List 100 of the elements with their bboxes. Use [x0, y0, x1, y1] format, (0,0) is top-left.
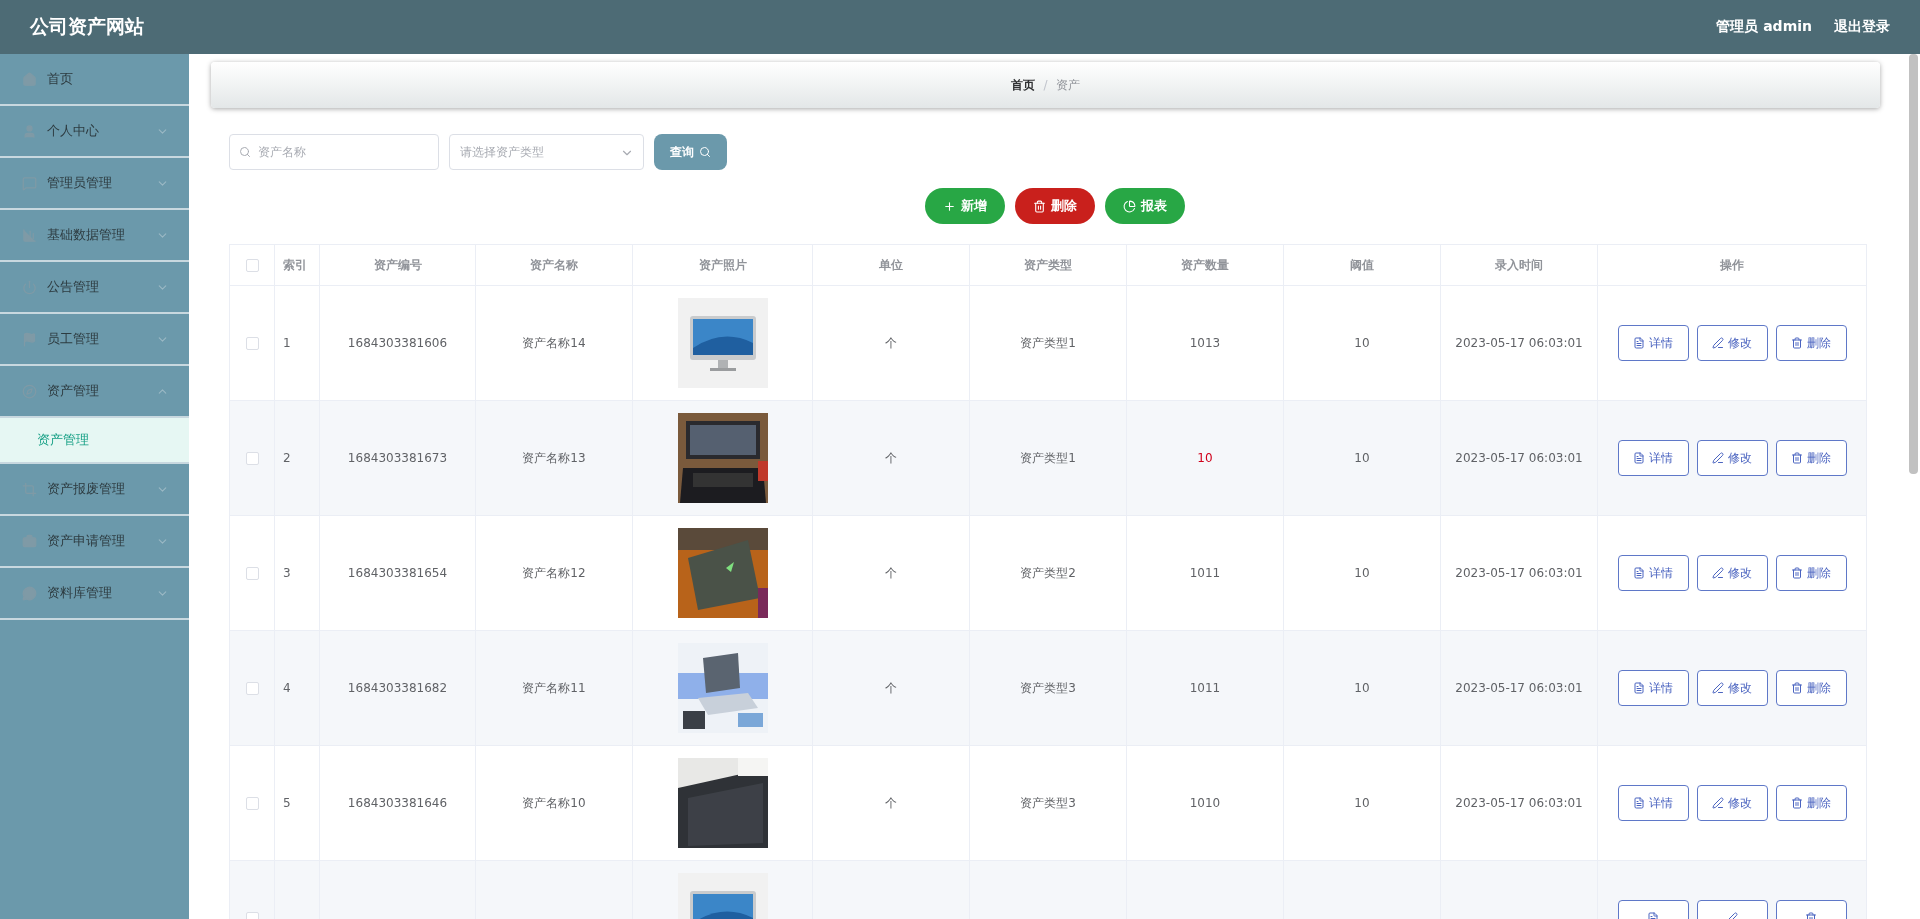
- sidebar-item[interactable]: 资产申请管理: [0, 516, 189, 568]
- row-checkbox[interactable]: [245, 567, 259, 580]
- pie-chart-icon: [1122, 199, 1136, 213]
- breadcrumb-separator: /: [1043, 78, 1048, 92]
- document-icon: [1633, 797, 1645, 809]
- row-checkbox[interactable]: [245, 337, 259, 350]
- row-checkbox[interactable]: [245, 452, 259, 465]
- asset-quantity: 1013: [1189, 336, 1221, 350]
- sidebar-item[interactable]: 公告管理: [0, 262, 189, 314]
- detail-button[interactable]: 详情: [1617, 325, 1689, 361]
- column-header: 资产类型: [969, 244, 1127, 286]
- query-button[interactable]: 查询: [654, 134, 727, 170]
- column-header: 资产编号: [319, 244, 476, 286]
- asset-type: 资产类型3: [1020, 680, 1076, 695]
- asset-unit: 个: [885, 450, 897, 465]
- column-header: 单位: [812, 244, 970, 286]
- pen-icon: [1712, 452, 1724, 464]
- edit-button[interactable]: 修改: [1696, 325, 1768, 361]
- breadcrumb-link[interactable]: 首页: [1011, 76, 1036, 94]
- threshold-value: 10: [1354, 336, 1370, 350]
- delete-button[interactable]: 删除: [1014, 188, 1095, 224]
- sidebar-item[interactable]: 员工管理: [0, 314, 189, 366]
- sidebar-item[interactable]: 管理员管理: [0, 158, 189, 210]
- entry-time: 2023-05-17 06:03:01: [1455, 796, 1583, 810]
- row-index: 1: [283, 336, 291, 350]
- search-icon: [239, 146, 251, 158]
- row-index: 2: [283, 451, 291, 465]
- threshold-value: 10: [1354, 451, 1370, 465]
- detail-button[interactable]: 详情: [1617, 555, 1689, 591]
- column-header: 资产照片: [632, 244, 813, 286]
- entry-time: 2023-05-17 06:03:01: [1455, 336, 1583, 350]
- report-button[interactable]: 报表: [1104, 188, 1185, 224]
- asset-unit: 个: [885, 795, 897, 810]
- asset-unit: 个: [885, 335, 897, 350]
- scrollbar-thumb[interactable]: [1909, 54, 1918, 474]
- trash-icon: [1791, 797, 1803, 809]
- sidebar-subitem[interactable]: 资产管理: [0, 418, 189, 464]
- plus-icon: [942, 199, 956, 213]
- asset-type: 资产类型2: [1020, 565, 1076, 580]
- pen-icon: [1712, 567, 1724, 579]
- asset-quantity: 10: [1197, 451, 1213, 465]
- edit-button[interactable]: 修改: [1696, 785, 1768, 821]
- asset-unit: 个: [885, 565, 897, 580]
- document-icon: [1633, 682, 1645, 694]
- asset-type: 资产类型1: [1020, 450, 1076, 465]
- row-checkbox[interactable]: [245, 797, 259, 810]
- delete-button[interactable]: 删除: [1775, 440, 1847, 476]
- asset-code: 1684303381654: [347, 566, 448, 580]
- entry-time: 2023-05-17 06:03:01: [1455, 681, 1583, 695]
- sidebar-item[interactable]: 基础数据管理: [0, 210, 189, 262]
- logout-link[interactable]: 退出登录: [1834, 18, 1890, 36]
- entry-time: 2023-05-17 06:03:01: [1455, 451, 1583, 465]
- asset-name: 资产名称12: [522, 565, 586, 580]
- column-header: 索引: [274, 244, 320, 286]
- pen-icon: [1712, 682, 1724, 694]
- detail-button[interactable]: 详情: [1617, 785, 1689, 821]
- asset-code: 1684303381682: [347, 681, 448, 695]
- threshold-value: 10: [1354, 796, 1370, 810]
- select-all-checkbox[interactable]: [245, 259, 259, 272]
- asset-type: 资产类型3: [1020, 795, 1076, 810]
- asset-name: 资产名称10: [522, 795, 586, 810]
- add-button[interactable]: 新增: [924, 188, 1005, 224]
- trash-icon: [1032, 199, 1046, 213]
- type-select[interactable]: 请选择资产类型: [449, 134, 644, 170]
- edit-button[interactable]: 修改: [1696, 670, 1768, 706]
- pen-icon: [1712, 797, 1724, 809]
- asset-name: 资产名称14: [522, 335, 586, 350]
- delete-button[interactable]: 删除: [1775, 785, 1847, 821]
- asset-code: 1684303381673: [347, 451, 448, 465]
- sidebar-item[interactable]: 首页: [0, 54, 189, 106]
- row-index: 4: [283, 681, 291, 695]
- edit-button[interactable]: 修改: [1696, 440, 1768, 476]
- asset-name: 资产名称11: [522, 680, 586, 695]
- asset-quantity: 1011: [1189, 681, 1221, 695]
- search-icon: [699, 146, 711, 158]
- document-icon: [1633, 452, 1645, 464]
- row-checkbox[interactable]: [245, 682, 259, 695]
- asset-quantity: 1010: [1189, 796, 1221, 810]
- edit-button[interactable]: 修改: [1696, 555, 1768, 591]
- sidebar-item[interactable]: 资产报废管理: [0, 464, 189, 516]
- trash-icon: [1791, 337, 1803, 349]
- detail-button[interactable]: 详情: [1617, 440, 1689, 476]
- site-title: 公司资产网站: [30, 14, 144, 39]
- asset-code: 1684303381646: [347, 796, 448, 810]
- asset-code: 1684303381606: [347, 336, 448, 350]
- asset-type: 资产类型1: [1020, 335, 1076, 350]
- column-header: 阈值: [1283, 244, 1441, 286]
- sidebar-item[interactable]: 资料库管理: [0, 568, 189, 620]
- delete-button[interactable]: 删除: [1775, 670, 1847, 706]
- threshold-value: 10: [1354, 566, 1370, 580]
- entry-time: 2023-05-17 06:03:01: [1455, 566, 1583, 580]
- search-field[interactable]: 资产名称: [229, 134, 439, 170]
- row-index: 5: [283, 796, 291, 810]
- detail-button[interactable]: 详情: [1617, 670, 1689, 706]
- sidebar-item[interactable]: 个人中心: [0, 106, 189, 158]
- delete-button[interactable]: 删除: [1775, 325, 1847, 361]
- asset-unit: 个: [885, 680, 897, 695]
- delete-button[interactable]: 删除: [1775, 555, 1847, 591]
- document-icon: [1633, 337, 1645, 349]
- document-icon: [1633, 567, 1645, 579]
